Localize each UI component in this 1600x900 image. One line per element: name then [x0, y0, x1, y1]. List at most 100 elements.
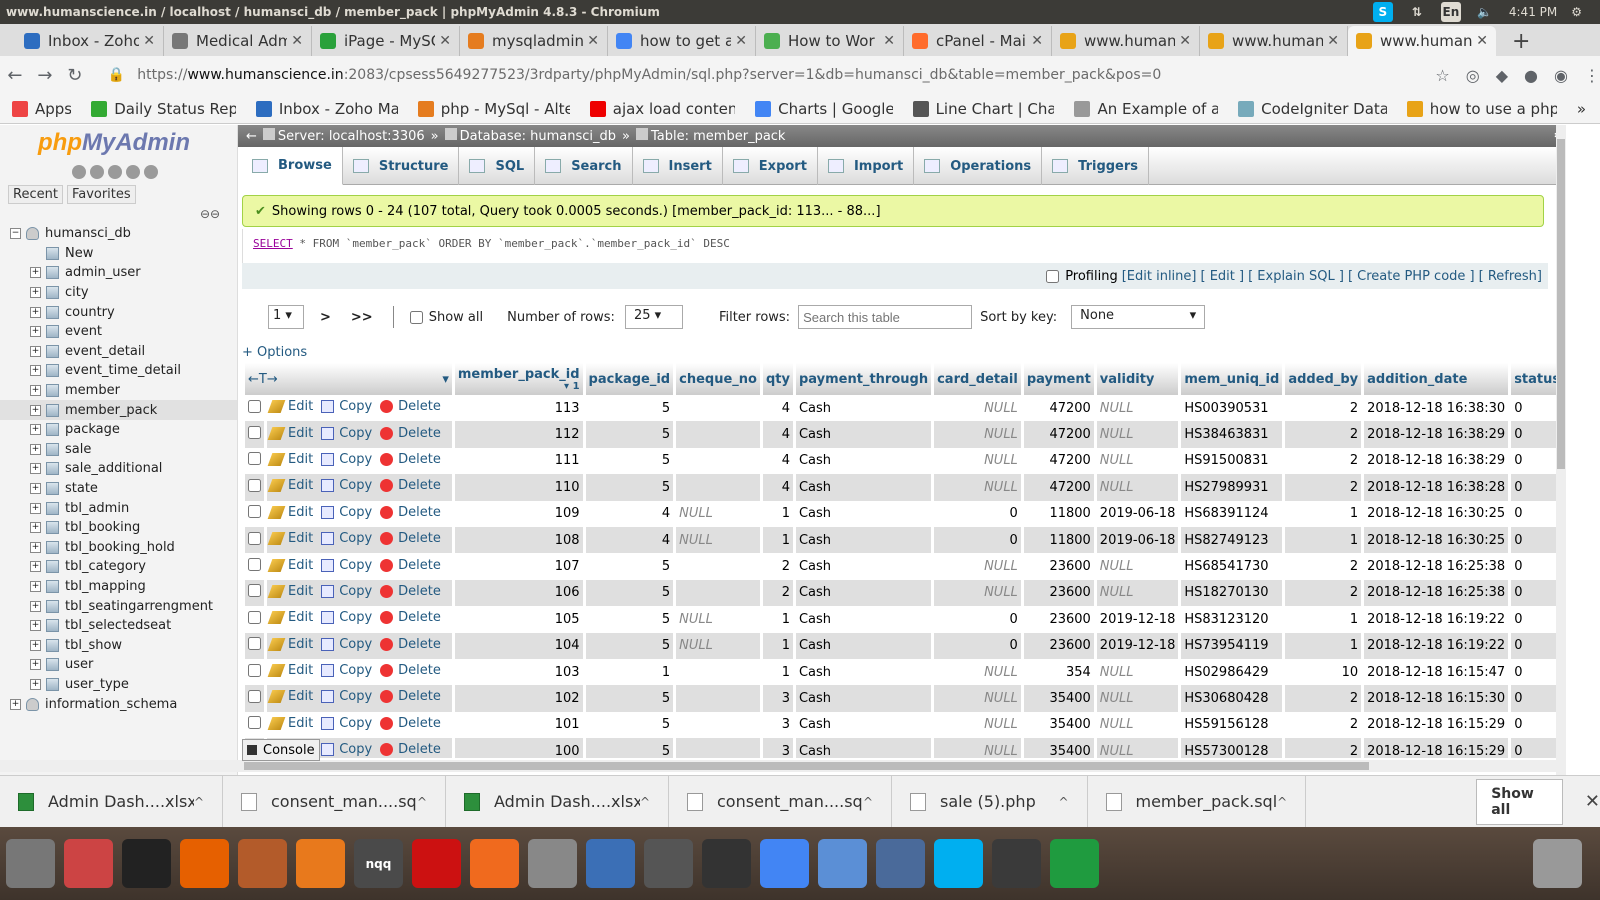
cell-payment_through[interactable]: Cash — [795, 474, 932, 501]
cell-validity[interactable]: NULL — [1096, 447, 1179, 475]
tree-table-tbl_booking_hold[interactable]: + tbl_booking_hold — [10, 538, 237, 558]
cell-validity[interactable]: NULL — [1096, 553, 1179, 580]
row-checkbox[interactable] — [248, 637, 261, 651]
tree-table-user_type[interactable]: + user_type — [10, 675, 237, 695]
close-tab-icon[interactable]: ✕ — [1476, 33, 1488, 49]
expand-icon[interactable]: + — [30, 404, 41, 416]
cell-mem_uniq_id[interactable]: HS18270130 — [1181, 579, 1283, 607]
cell-card_detail[interactable]: 0 — [934, 526, 1021, 554]
edit-row-link[interactable]: Edit — [267, 505, 313, 520]
edit-row-link[interactable]: Edit — [267, 689, 313, 704]
cell-cheque_no[interactable] — [676, 711, 760, 739]
column-header-cheque_no[interactable]: cheque_no — [676, 363, 760, 395]
column-header-addition_date[interactable]: addition_date — [1364, 363, 1509, 395]
cell-member_pack_id[interactable]: 104 — [454, 632, 583, 659]
tree-table-event_detail[interactable]: + event_detail — [10, 342, 237, 362]
tree-database-information-schema[interactable]: + information_schema — [10, 694, 237, 714]
cell-qty[interactable]: 3 — [762, 685, 793, 712]
copy-row-link[interactable]: Copy — [321, 689, 372, 704]
close-tab-icon[interactable]: ✕ — [587, 33, 599, 49]
cell-qty[interactable]: 1 — [762, 500, 793, 527]
explain-sql-link[interactable]: [ Explain SQL ] — [1248, 269, 1344, 284]
cell-payment_through[interactable]: Cash — [795, 711, 932, 739]
cell-card_detail[interactable]: NULL — [934, 553, 1021, 580]
delete-row-link[interactable]: Delete — [380, 584, 441, 599]
cell-qty[interactable]: 4 — [762, 474, 793, 501]
tree-table-admin_user[interactable]: + admin_user — [10, 263, 237, 283]
tab-sql[interactable]: SQL — [459, 147, 536, 185]
tree-table-tbl_category[interactable]: + tbl_category — [10, 557, 237, 577]
cell-validity[interactable]: NULL — [1096, 685, 1179, 712]
delete-row-link[interactable]: Delete — [380, 663, 441, 678]
forward-icon[interactable]: → — [30, 65, 60, 86]
cell-package_id[interactable]: 4 — [585, 500, 674, 527]
copy-row-link[interactable]: Copy — [321, 742, 372, 757]
close-tab-icon[interactable]: ✕ — [1031, 33, 1043, 49]
cell-member_pack_id[interactable]: 105 — [454, 606, 583, 633]
tree-table-city[interactable]: + city — [10, 283, 237, 303]
column-toggle-header[interactable]: ←T→ ▾ — [245, 363, 452, 395]
cell-payment[interactable]: 47200 — [1023, 395, 1094, 422]
edit-inline-link[interactable]: [Edit inline] — [1122, 269, 1197, 284]
chevron-up-icon[interactable]: ^ — [1058, 795, 1068, 809]
cell-validity[interactable]: 2019-06-18 — [1096, 526, 1179, 554]
cell-validity[interactable]: NULL — [1096, 658, 1179, 686]
expand-icon[interactable]: + — [30, 443, 41, 455]
cell-status[interactable]: 0 — [1511, 711, 1556, 739]
row-checkbox[interactable] — [248, 663, 261, 677]
cell-payment_through[interactable]: Cash — [795, 685, 932, 712]
cell-member_pack_id[interactable]: 112 — [454, 421, 583, 448]
refresh-link[interactable]: [ Refresh] — [1479, 269, 1542, 284]
cell-addition_date[interactable]: 2018-12-18 16:19:22 — [1364, 632, 1509, 659]
chevron-up-icon[interactable]: ^ — [640, 795, 650, 809]
reload-icon[interactable]: ↻ — [60, 65, 90, 86]
bookmark-item[interactable]: CodeIgniter Data — [1238, 100, 1387, 118]
account-icon[interactable]: ◉ — [1554, 66, 1568, 85]
reload-nav-icon[interactable] — [144, 165, 158, 179]
breadcrumb-server[interactable]: Server: localhost:3306 — [262, 128, 425, 144]
column-header-member_pack_id[interactable]: member_pack_id ▾ 1 — [454, 363, 583, 395]
delete-row-link[interactable]: Delete — [380, 531, 441, 546]
tree-table-state[interactable]: + state — [10, 479, 237, 499]
cell-payment_through[interactable]: Cash — [795, 395, 932, 422]
nqq-icon[interactable]: nqq — [354, 839, 403, 888]
close-tab-icon[interactable]: ✕ — [735, 33, 747, 49]
chevron-up-icon[interactable]: ^ — [417, 795, 427, 809]
cell-payment_through[interactable]: Cash — [795, 421, 932, 448]
cell-added_by[interactable]: 1 — [1285, 526, 1362, 554]
edit-row-link[interactable]: Edit — [267, 399, 313, 414]
recent-tab[interactable]: Recent — [8, 185, 63, 204]
cell-added_by[interactable]: 1 — [1285, 632, 1362, 659]
cell-status[interactable]: 0 — [1511, 685, 1556, 712]
cell-package_id[interactable]: 5 — [585, 685, 674, 712]
volume-icon[interactable]: 🔈 — [1475, 2, 1495, 22]
cell-status[interactable]: 0 — [1511, 395, 1556, 422]
software-center-icon[interactable] — [296, 839, 345, 888]
cell-cheque_no[interactable] — [676, 447, 760, 475]
sql-select-keyword[interactable]: SELECT — [253, 237, 293, 250]
expand-icon[interactable]: + — [30, 345, 41, 357]
cell-validity[interactable]: 2019-12-18 — [1096, 606, 1179, 633]
copy-row-link[interactable]: Copy — [321, 426, 372, 441]
tab-export[interactable]: Export — [723, 147, 818, 185]
chevron-up-icon[interactable]: ^ — [194, 795, 204, 809]
cell-qty[interactable]: 1 — [762, 632, 793, 659]
files-icon[interactable] — [64, 839, 113, 888]
cell-status[interactable]: 0 — [1511, 447, 1556, 475]
bookmark-item[interactable]: Daily Status Rep — [91, 100, 236, 118]
column-header-validity[interactable]: validity — [1096, 363, 1179, 395]
cell-member_pack_id[interactable]: 110 — [454, 474, 583, 501]
cell-payment[interactable]: 11800 — [1023, 526, 1094, 554]
tree-table-tbl_show[interactable]: + tbl_show — [10, 635, 237, 655]
cell-added_by[interactable]: 2 — [1285, 553, 1362, 580]
bookmark-item[interactable]: ajax load conten — [589, 100, 735, 118]
spreadsheet-icon[interactable] — [1050, 839, 1099, 888]
cell-payment_through[interactable]: Cash — [795, 553, 932, 580]
row-checkbox[interactable] — [248, 689, 261, 703]
cell-validity[interactable]: NULL — [1096, 711, 1179, 739]
cell-validity[interactable]: 2019-12-18 — [1096, 632, 1179, 659]
edit-row-link[interactable]: Edit — [267, 531, 313, 546]
bookmark-item[interactable]: An Example of a — [1074, 100, 1218, 118]
cell-package_id[interactable]: 5 — [585, 395, 674, 422]
cell-added_by[interactable]: 2 — [1285, 685, 1362, 712]
